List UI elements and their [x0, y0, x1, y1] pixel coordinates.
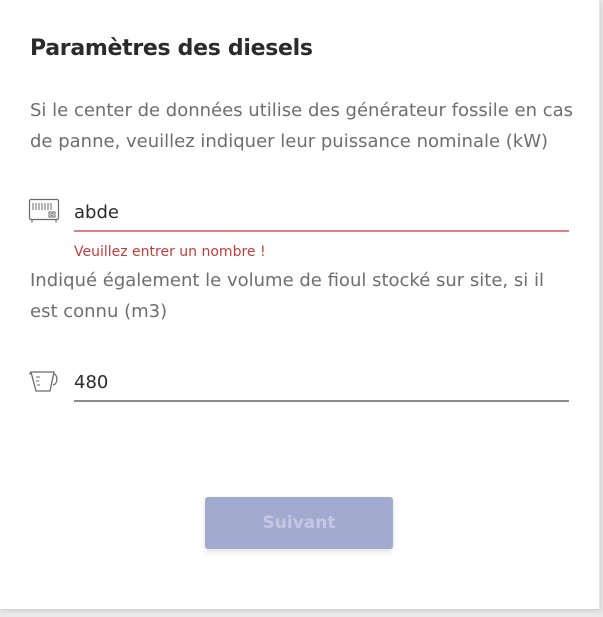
page-title: Paramètres des diesels — [30, 36, 313, 61]
volume-input[interactable] — [74, 364, 569, 402]
volume-description: Indiqué également le volume de fioul sto… — [30, 270, 544, 322]
next-button[interactable]: Suivant — [205, 497, 393, 549]
power-input[interactable] — [74, 194, 569, 232]
diesel-settings-card: Paramètres des diesels Si le center de d… — [0, 0, 600, 609]
power-description: Si le center de données utilise des géné… — [30, 100, 574, 152]
power-error-message: Veuillez entrer un nombre ! — [74, 244, 266, 260]
measuring-cup-icon — [28, 369, 60, 395]
generator-icon — [28, 198, 60, 224]
